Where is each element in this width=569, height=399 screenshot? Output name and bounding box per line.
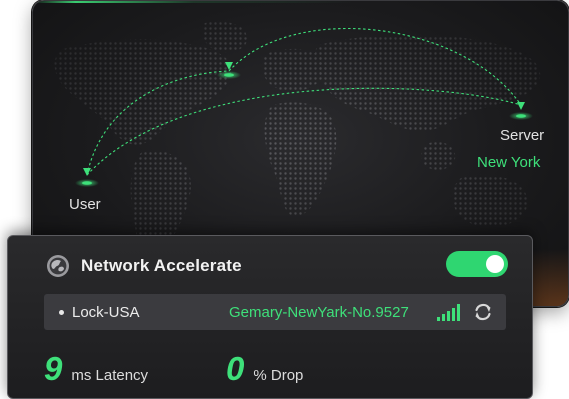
server-node-icon [509, 102, 533, 120]
drop-label: % Drop [253, 367, 304, 384]
latency-label: ms Latency [71, 367, 149, 384]
drop-stat: 0 % Drop [226, 350, 303, 388]
globe-icon [47, 255, 69, 277]
bullet-dot-icon [59, 309, 64, 315]
drop-value: 0 [226, 350, 245, 387]
user-label: User [69, 196, 101, 213]
route-name: Lock-USA [72, 303, 140, 321]
panel-header: Network Accelerate [46, 254, 242, 278]
refresh-icon[interactable] [472, 301, 494, 323]
user-node-icon [75, 168, 99, 187]
network-accelerate-panel: Network Accelerate Lock-USA Gemary-NewYa… [7, 235, 533, 399]
route-selector[interactable]: Lock-USA Gemary-NewYark-No.9527 [44, 294, 506, 330]
network-widget: Server New York User Network Accelerate … [0, 0, 569, 399]
panel-title: Network Accelerate [81, 256, 242, 275]
accelerate-toggle[interactable] [446, 251, 508, 277]
latency-stat: 9 ms Latency [44, 350, 148, 388]
server-label: Server [500, 127, 545, 144]
signal-bars-icon [437, 304, 460, 321]
server-location-label: New York [477, 154, 541, 171]
route-server-name: Gemary-NewYark-No.9527 [229, 303, 409, 321]
toggle-knob [486, 255, 504, 273]
latency-value: 9 [44, 350, 63, 387]
